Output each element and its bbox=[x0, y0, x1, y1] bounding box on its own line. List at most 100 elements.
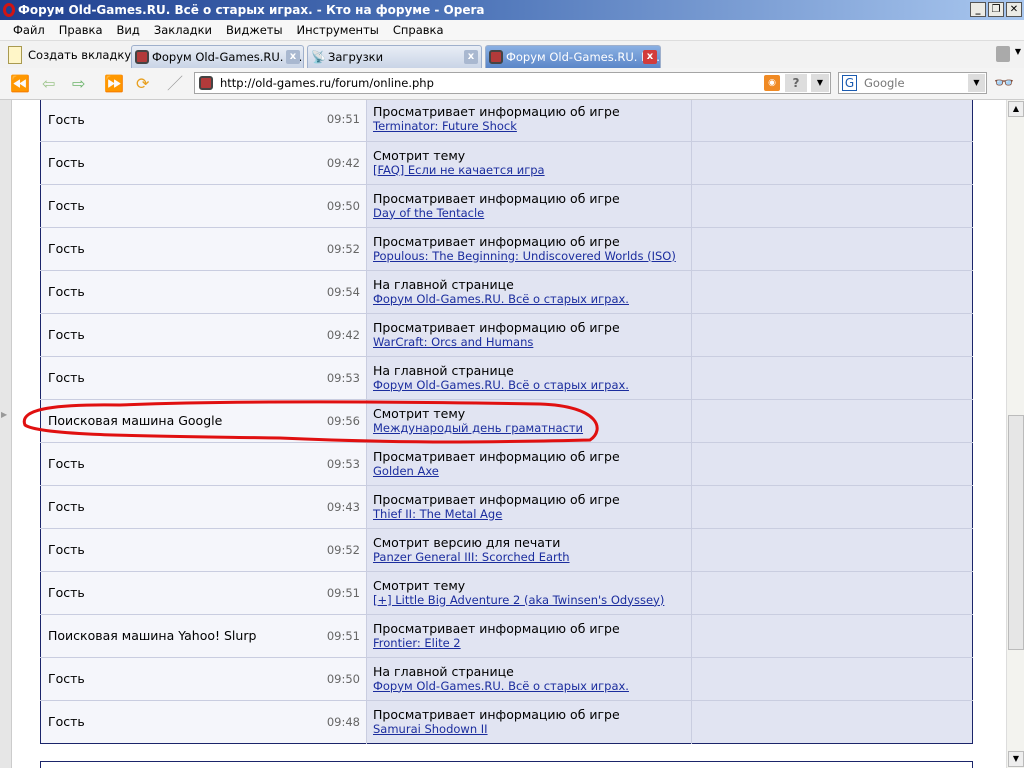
menu-file[interactable]: Файл bbox=[6, 20, 52, 40]
ip-cell bbox=[691, 614, 973, 658]
table-row: Гость 09:53 Просматривает информацию об и… bbox=[40, 442, 973, 486]
new-page-icon bbox=[8, 46, 22, 64]
activity-link[interactable]: Форум Old-Games.RU. Всё о старых играх. bbox=[373, 679, 691, 694]
activity-text: На главной странице bbox=[373, 663, 514, 679]
search-input[interactable]: Google bbox=[864, 76, 905, 90]
menu-help[interactable]: Справка bbox=[386, 20, 451, 40]
tab-bar: Создать вкладку Форум Old-Games.RU. В...… bbox=[0, 40, 1024, 68]
last-activity-time: 09:52 bbox=[326, 241, 360, 256]
activity-link[interactable]: Frontier: Elite 2 bbox=[373, 636, 691, 651]
activity-link[interactable]: Day of the Tentacle bbox=[373, 206, 691, 221]
tab-forum-1[interactable]: Форум Old-Games.RU. В... x bbox=[131, 45, 304, 68]
last-activity-time: 09:53 bbox=[326, 456, 360, 471]
close-tab-icon[interactable]: x bbox=[643, 50, 657, 64]
glasses-icon[interactable]: 👓 bbox=[994, 73, 1014, 92]
chevron-down-icon[interactable]: ▼ bbox=[1015, 47, 1021, 56]
user-cell: Гость 09:51 bbox=[40, 571, 367, 615]
activity-link[interactable]: Terminator: Future Shock bbox=[373, 119, 691, 134]
activity-text: Просматривает информацию об игре bbox=[373, 706, 620, 722]
search-box[interactable]: G Google ▼ bbox=[838, 72, 987, 94]
nav-toolbar: ⏪ ⇦ ⇨ ⏩ ⟳ ／ http://old-games.ru/forum/on… bbox=[0, 68, 1024, 100]
menu-widgets[interactable]: Виджеты bbox=[219, 20, 290, 40]
scroll-thumb[interactable] bbox=[1008, 415, 1024, 650]
minimize-button[interactable]: _ bbox=[970, 2, 986, 17]
url-text[interactable]: http://old-games.ru/forum/online.php bbox=[220, 76, 434, 90]
user-name: Гость bbox=[48, 284, 85, 299]
close-button[interactable]: ✕ bbox=[1006, 2, 1022, 17]
ip-cell bbox=[691, 100, 973, 142]
ip-cell bbox=[691, 313, 973, 357]
tab-forum-active[interactable]: Форум Old-Games.RU. В... x bbox=[485, 45, 661, 68]
edit-icon[interactable]: ／ bbox=[167, 75, 183, 93]
trash-icon[interactable] bbox=[996, 46, 1010, 62]
help-icon[interactable]: ? bbox=[785, 74, 807, 92]
tab-downloads[interactable]: 📡 Загрузки x bbox=[307, 45, 482, 68]
forward-icon[interactable]: ⇨ bbox=[72, 75, 85, 93]
user-cell: Гость 09:52 bbox=[40, 528, 367, 572]
activity-cell: Просматривает информацию об игре Populous… bbox=[366, 227, 692, 271]
ip-cell bbox=[691, 657, 973, 701]
user-cell: Поисковая машина Yahoo! Slurp 09:51 bbox=[40, 614, 367, 658]
panel-toggle[interactable]: ▶ bbox=[0, 100, 12, 768]
new-tab-label: Создать вкладку bbox=[28, 48, 132, 62]
activity-cell: Смотрит тему [+] Little Big Adventure 2 (… bbox=[366, 571, 692, 615]
activity-link[interactable]: WarCraft: Orcs and Humans bbox=[373, 335, 691, 350]
restore-button[interactable]: ❐ bbox=[988, 2, 1004, 17]
address-bar[interactable]: http://old-games.ru/forum/online.php ◉ ?… bbox=[194, 72, 831, 94]
google-icon: G bbox=[842, 75, 857, 91]
activity-link[interactable]: Thief II: The Metal Age bbox=[373, 507, 691, 522]
page-viewport: ▶ Гость 09:51 Просматривает информацию об… bbox=[0, 100, 1006, 768]
activity-link[interactable]: Форум Old-Games.RU. Всё о старых играх. bbox=[373, 292, 691, 307]
chevron-down-icon[interactable]: ▼ bbox=[811, 74, 829, 92]
ip-cell bbox=[691, 270, 973, 314]
activity-text: Смотрит тему bbox=[373, 577, 466, 593]
last-activity-time: 09:51 bbox=[326, 112, 360, 126]
user-name: Гость bbox=[48, 499, 85, 514]
fast-forward-icon[interactable]: ⏩ bbox=[104, 75, 124, 93]
activity-cell: Просматривает информацию об игре Thief II… bbox=[366, 485, 692, 529]
activity-link[interactable]: [+] Little Big Adventure 2 (aka Twinsen'… bbox=[373, 593, 691, 608]
activity-text: Смотрит тему bbox=[373, 405, 466, 421]
user-name: Гость bbox=[48, 241, 85, 256]
activity-link[interactable]: Golden Axe bbox=[373, 464, 691, 479]
activity-cell: На главной странице Форум Old-Games.RU. В… bbox=[366, 270, 692, 314]
activity-text: Просматривает информацию об игре bbox=[373, 319, 620, 335]
scroll-up-icon[interactable]: ▲ bbox=[1008, 101, 1024, 117]
user-name: Гость bbox=[48, 671, 85, 686]
ip-cell bbox=[691, 227, 973, 271]
activity-cell: Смотрит тему Международый день граматнаст… bbox=[366, 399, 692, 443]
activity-text: На главной странице bbox=[373, 276, 514, 292]
user-name: Поисковая машина Google bbox=[48, 413, 223, 428]
activity-link[interactable]: Samurai Shodown II bbox=[373, 722, 691, 737]
ip-cell bbox=[691, 528, 973, 572]
activity-link[interactable]: Populous: The Beginning: Undiscovered Wo… bbox=[373, 249, 691, 264]
menu-edit[interactable]: Правка bbox=[52, 20, 110, 40]
table-row: Гость 09:42 Смотрит тему [FAQ] Если не кач… bbox=[40, 141, 973, 185]
table-row: Гость 09:52 Смотрит версию для печати Panz… bbox=[40, 528, 973, 572]
rewind-icon[interactable]: ⏪ bbox=[10, 75, 30, 93]
user-name: Гость bbox=[48, 585, 85, 600]
ip-cell bbox=[691, 184, 973, 228]
menu-tools[interactable]: Инструменты bbox=[290, 20, 386, 40]
menu-bookmarks[interactable]: Закладки bbox=[147, 20, 219, 40]
menu-view[interactable]: Вид bbox=[110, 20, 147, 40]
last-activity-time: 09:42 bbox=[326, 155, 360, 170]
rss-icon[interactable]: ◉ bbox=[764, 75, 780, 91]
close-tab-icon[interactable]: x bbox=[464, 50, 478, 64]
user-name: Гость bbox=[48, 370, 85, 385]
close-tab-icon[interactable]: x bbox=[286, 50, 300, 64]
ip-cell bbox=[691, 700, 973, 743]
activity-link[interactable]: Международый день граматнасти bbox=[373, 421, 691, 436]
reload-icon[interactable]: ⟳ bbox=[136, 75, 149, 93]
scroll-down-icon[interactable]: ▼ bbox=[1008, 751, 1024, 767]
last-activity-time: 09:42 bbox=[326, 327, 360, 342]
activity-link[interactable]: Panzer General III: Scorched Earth bbox=[373, 550, 691, 565]
chevron-down-icon[interactable]: ▼ bbox=[968, 74, 985, 92]
activity-link[interactable]: [FAQ] Если не качается игра bbox=[373, 163, 691, 178]
activity-link[interactable]: Форум Old-Games.RU. Всё о старых играх. bbox=[373, 378, 691, 393]
new-tab-button[interactable]: Создать вкладку bbox=[8, 44, 131, 66]
vertical-scrollbar[interactable]: ▲ ▼ bbox=[1006, 100, 1024, 768]
table-row: Гость 09:51 Смотрит тему [+] Little Big Ad… bbox=[40, 571, 973, 615]
user-name: Гость bbox=[48, 327, 85, 342]
back-icon[interactable]: ⇦ bbox=[42, 75, 55, 93]
